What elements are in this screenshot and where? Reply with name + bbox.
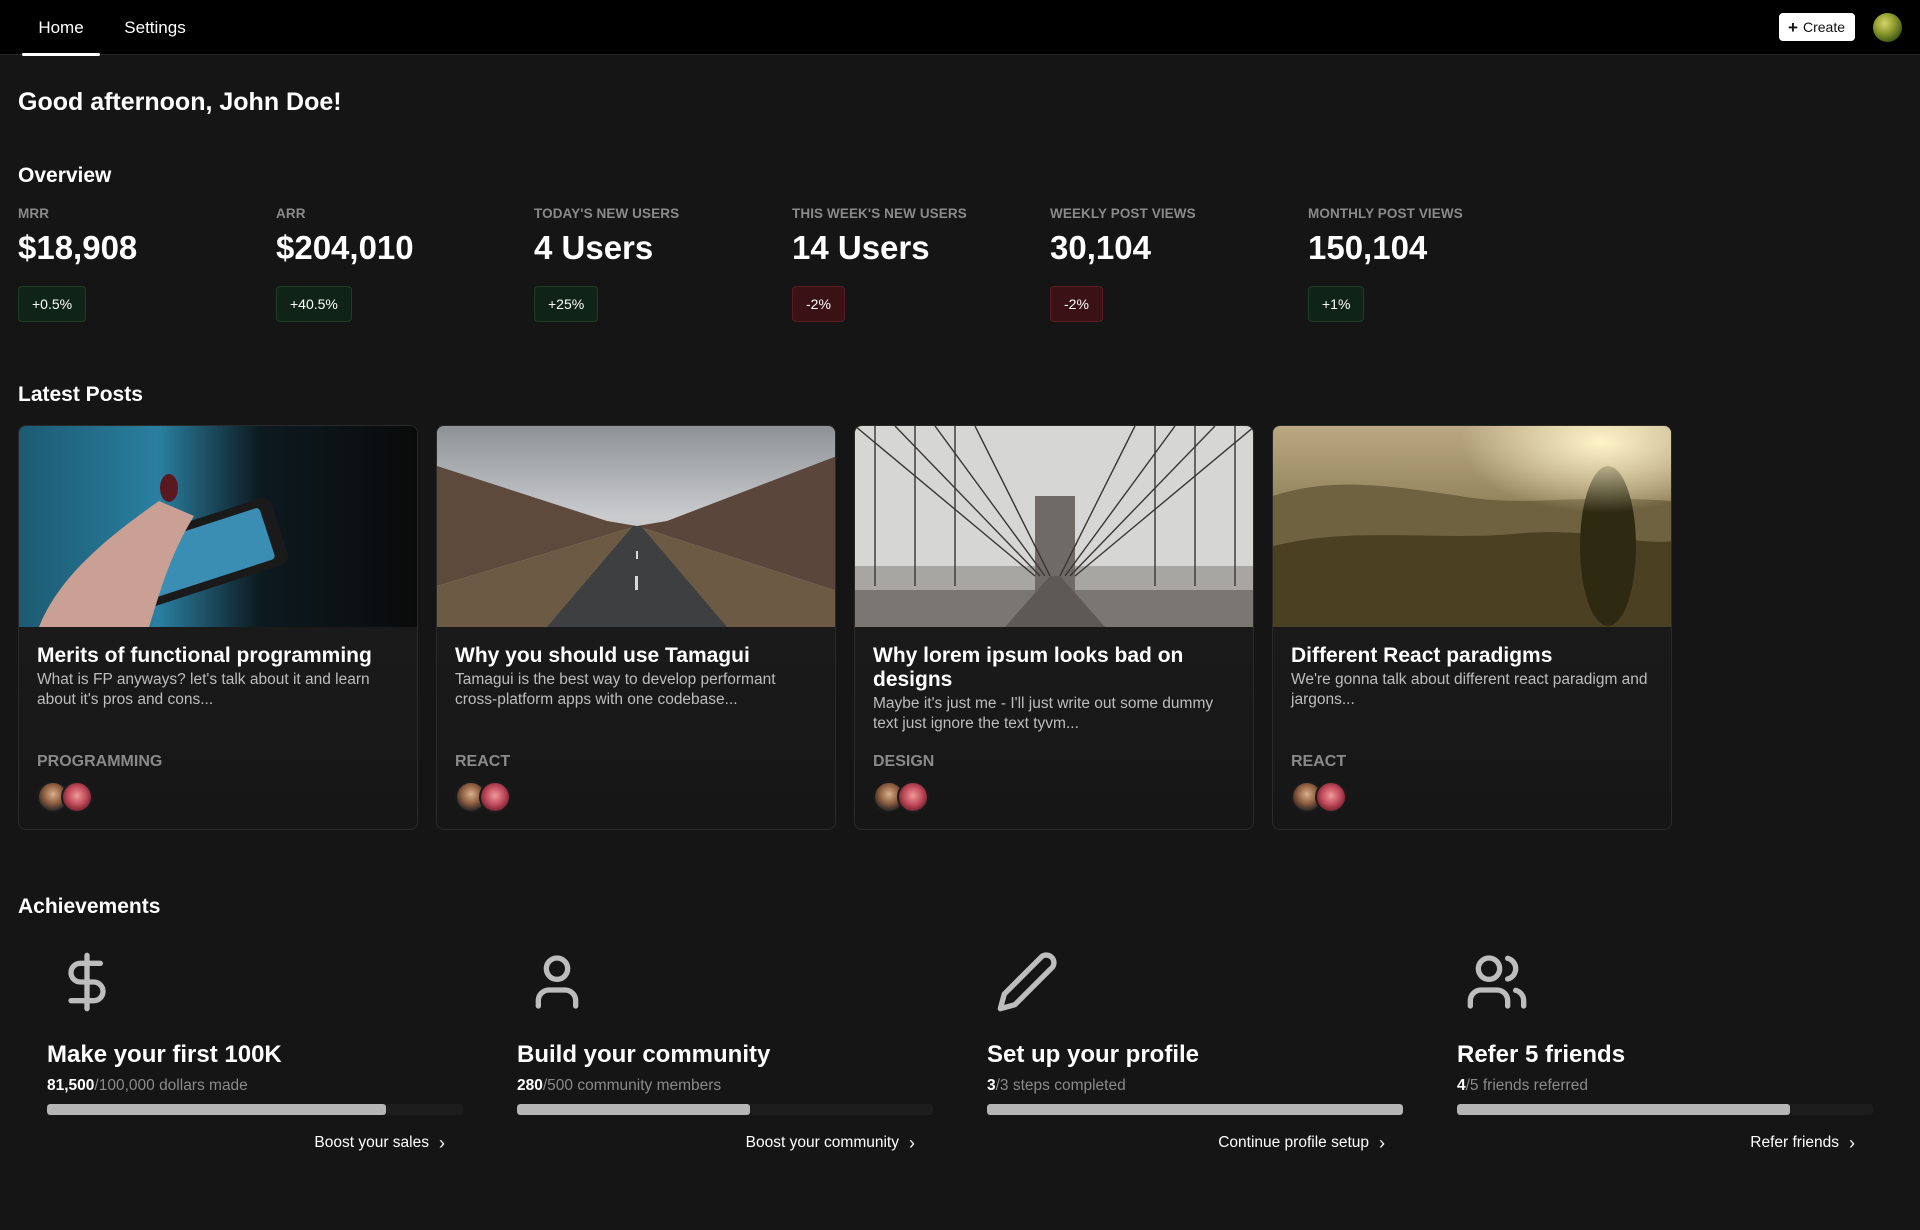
continue-profile-setup-link[interactable]: Continue profile setup › [1218, 1134, 1385, 1152]
stat-arr: ARR $204,010 +40.5% [276, 206, 516, 322]
post-tag: REACT [455, 753, 511, 770]
stat-mrr: MRR $18,908 +0.5% [18, 206, 258, 322]
tab-home[interactable]: Home [22, 0, 100, 56]
chevron-right-icon: › [909, 1133, 915, 1153]
post-tag: PROGRAMMING [37, 753, 163, 770]
stat-weeks-new-users: THIS WEEK'S NEW USERS 14 Users -2% [792, 206, 1032, 322]
achievement-progress-bar [47, 1104, 463, 1115]
dollar-icon [55, 950, 119, 1014]
achievement-progress-text: 4/5 friends referred [1457, 1077, 1588, 1094]
stat-label: MONTHLY POST VIEWS [1308, 206, 1463, 221]
latest-posts-title: Latest Posts [18, 383, 143, 406]
post-card[interactable]: Merits of functional programming What is… [18, 425, 418, 830]
achievements-title: Achievements [18, 895, 161, 918]
achievement-card: Make your first 100K 81,500/100,000 doll… [47, 950, 467, 1152]
chevron-right-icon: › [439, 1133, 445, 1153]
stat-value: 150,104 [1308, 229, 1428, 266]
achievement-progress-bar [987, 1104, 1403, 1115]
achievement-progress-bar [1457, 1104, 1873, 1115]
refer-friends-link[interactable]: Refer friends › [1750, 1134, 1855, 1152]
post-card[interactable]: Why lorem ipsum looks bad on designs May… [854, 425, 1254, 830]
boost-community-link[interactable]: Boost your community › [746, 1134, 915, 1152]
top-nav-bar: Home Settings + Create [0, 0, 1920, 56]
post-image-bridge [855, 426, 1253, 627]
post-image-phone [19, 426, 417, 627]
post-authors [873, 781, 943, 813]
achievement-card: Set up your profile 3/3 steps completed … [987, 950, 1407, 1152]
author-avatar [61, 781, 93, 813]
author-avatar [479, 781, 511, 813]
tab-settings[interactable]: Settings [112, 0, 198, 55]
post-title: Why you should use Tamagui [455, 644, 750, 667]
achievement-title: Make your first 100K [47, 1041, 282, 1068]
pencil-icon [995, 950, 1059, 1014]
post-description: Tamagui is the best way to develop perfo… [455, 671, 776, 708]
stat-label: ARR [276, 206, 306, 221]
user-avatar[interactable] [1873, 13, 1902, 42]
stat-change-badge: +1% [1308, 286, 1365, 322]
stat-value: $204,010 [276, 229, 414, 266]
stat-change-badge: +0.5% [18, 286, 87, 322]
post-title: Merits of functional programming [37, 644, 372, 667]
tab-settings-label: Settings [124, 17, 186, 37]
author-avatar [1315, 781, 1347, 813]
greeting-heading: Good afternoon, John Doe! [18, 88, 342, 116]
achievement-progress-text: 3/3 steps completed [987, 1077, 1126, 1094]
post-tag: DESIGN [873, 753, 935, 770]
stat-label: THIS WEEK'S NEW USERS [792, 206, 967, 221]
stat-weekly-post-views: WEEKLY POST VIEWS 30,104 -2% [1050, 206, 1290, 322]
achievement-progress-text: 280/500 community members [517, 1077, 722, 1094]
post-authors [37, 781, 107, 813]
achievement-title: Build your community [517, 1041, 771, 1068]
post-card[interactable]: Different React paradigms We're gonna ta… [1272, 425, 1672, 830]
create-button[interactable]: + Create [1779, 13, 1855, 41]
achievement-progress-text: 81,500/100,000 dollars made [47, 1077, 248, 1094]
post-image-landscape [1273, 426, 1671, 627]
create-button-label: Create [1802, 19, 1845, 35]
post-title: Why lorem ipsum looks bad on designs [873, 644, 1184, 691]
author-avatar [897, 781, 929, 813]
stat-value: $18,908 [18, 229, 138, 266]
post-tag: REACT [1291, 753, 1347, 770]
stat-monthly-post-views: MONTHLY POST VIEWS 150,104 +1% [1308, 206, 1548, 322]
post-image-road [437, 426, 835, 627]
achievement-progress-bar [517, 1104, 933, 1115]
stat-change-badge: -2% [1050, 286, 1103, 322]
post-description: What is FP anyways? let's talk about it … [37, 671, 370, 708]
stat-value: 4 Users [534, 229, 654, 266]
achievement-card: Refer 5 friends 4/5 friends referred Ref… [1457, 950, 1877, 1152]
post-description: Maybe it's just me - I'll just write out… [873, 695, 1214, 732]
chevron-right-icon: › [1379, 1133, 1385, 1153]
users-icon [1465, 950, 1529, 1014]
post-title: Different React paradigms [1291, 644, 1553, 667]
boost-sales-link[interactable]: Boost your sales › [314, 1134, 445, 1152]
achievement-card: Build your community 280/500 community m… [517, 950, 937, 1152]
plus-icon: + [1788, 17, 1798, 37]
tab-home-label: Home [38, 17, 84, 37]
post-authors [1291, 781, 1361, 813]
stat-value: 14 Users [792, 229, 930, 266]
achievement-title: Set up your profile [987, 1041, 1200, 1068]
user-icon [525, 950, 589, 1014]
stat-value: 30,104 [1050, 229, 1151, 266]
stat-change-badge: +40.5% [276, 286, 352, 322]
stat-change-badge: +25% [534, 286, 599, 322]
chevron-right-icon: › [1849, 1133, 1855, 1153]
achievement-title: Refer 5 friends [1457, 1041, 1626, 1068]
post-description: We're gonna talk about different react p… [1291, 671, 1648, 708]
stat-label: MRR [18, 206, 50, 221]
stat-label: TODAY'S NEW USERS [534, 206, 680, 221]
active-tab-indicator [22, 53, 100, 56]
overview-title: Overview [18, 164, 112, 187]
post-authors [455, 781, 525, 813]
stat-todays-new-users: TODAY'S NEW USERS 4 Users +25% [534, 206, 774, 322]
post-card[interactable]: Why you should use Tamagui Tamagui is th… [436, 425, 836, 830]
stat-change-badge: -2% [792, 286, 845, 322]
stat-label: WEEKLY POST VIEWS [1050, 206, 1196, 221]
